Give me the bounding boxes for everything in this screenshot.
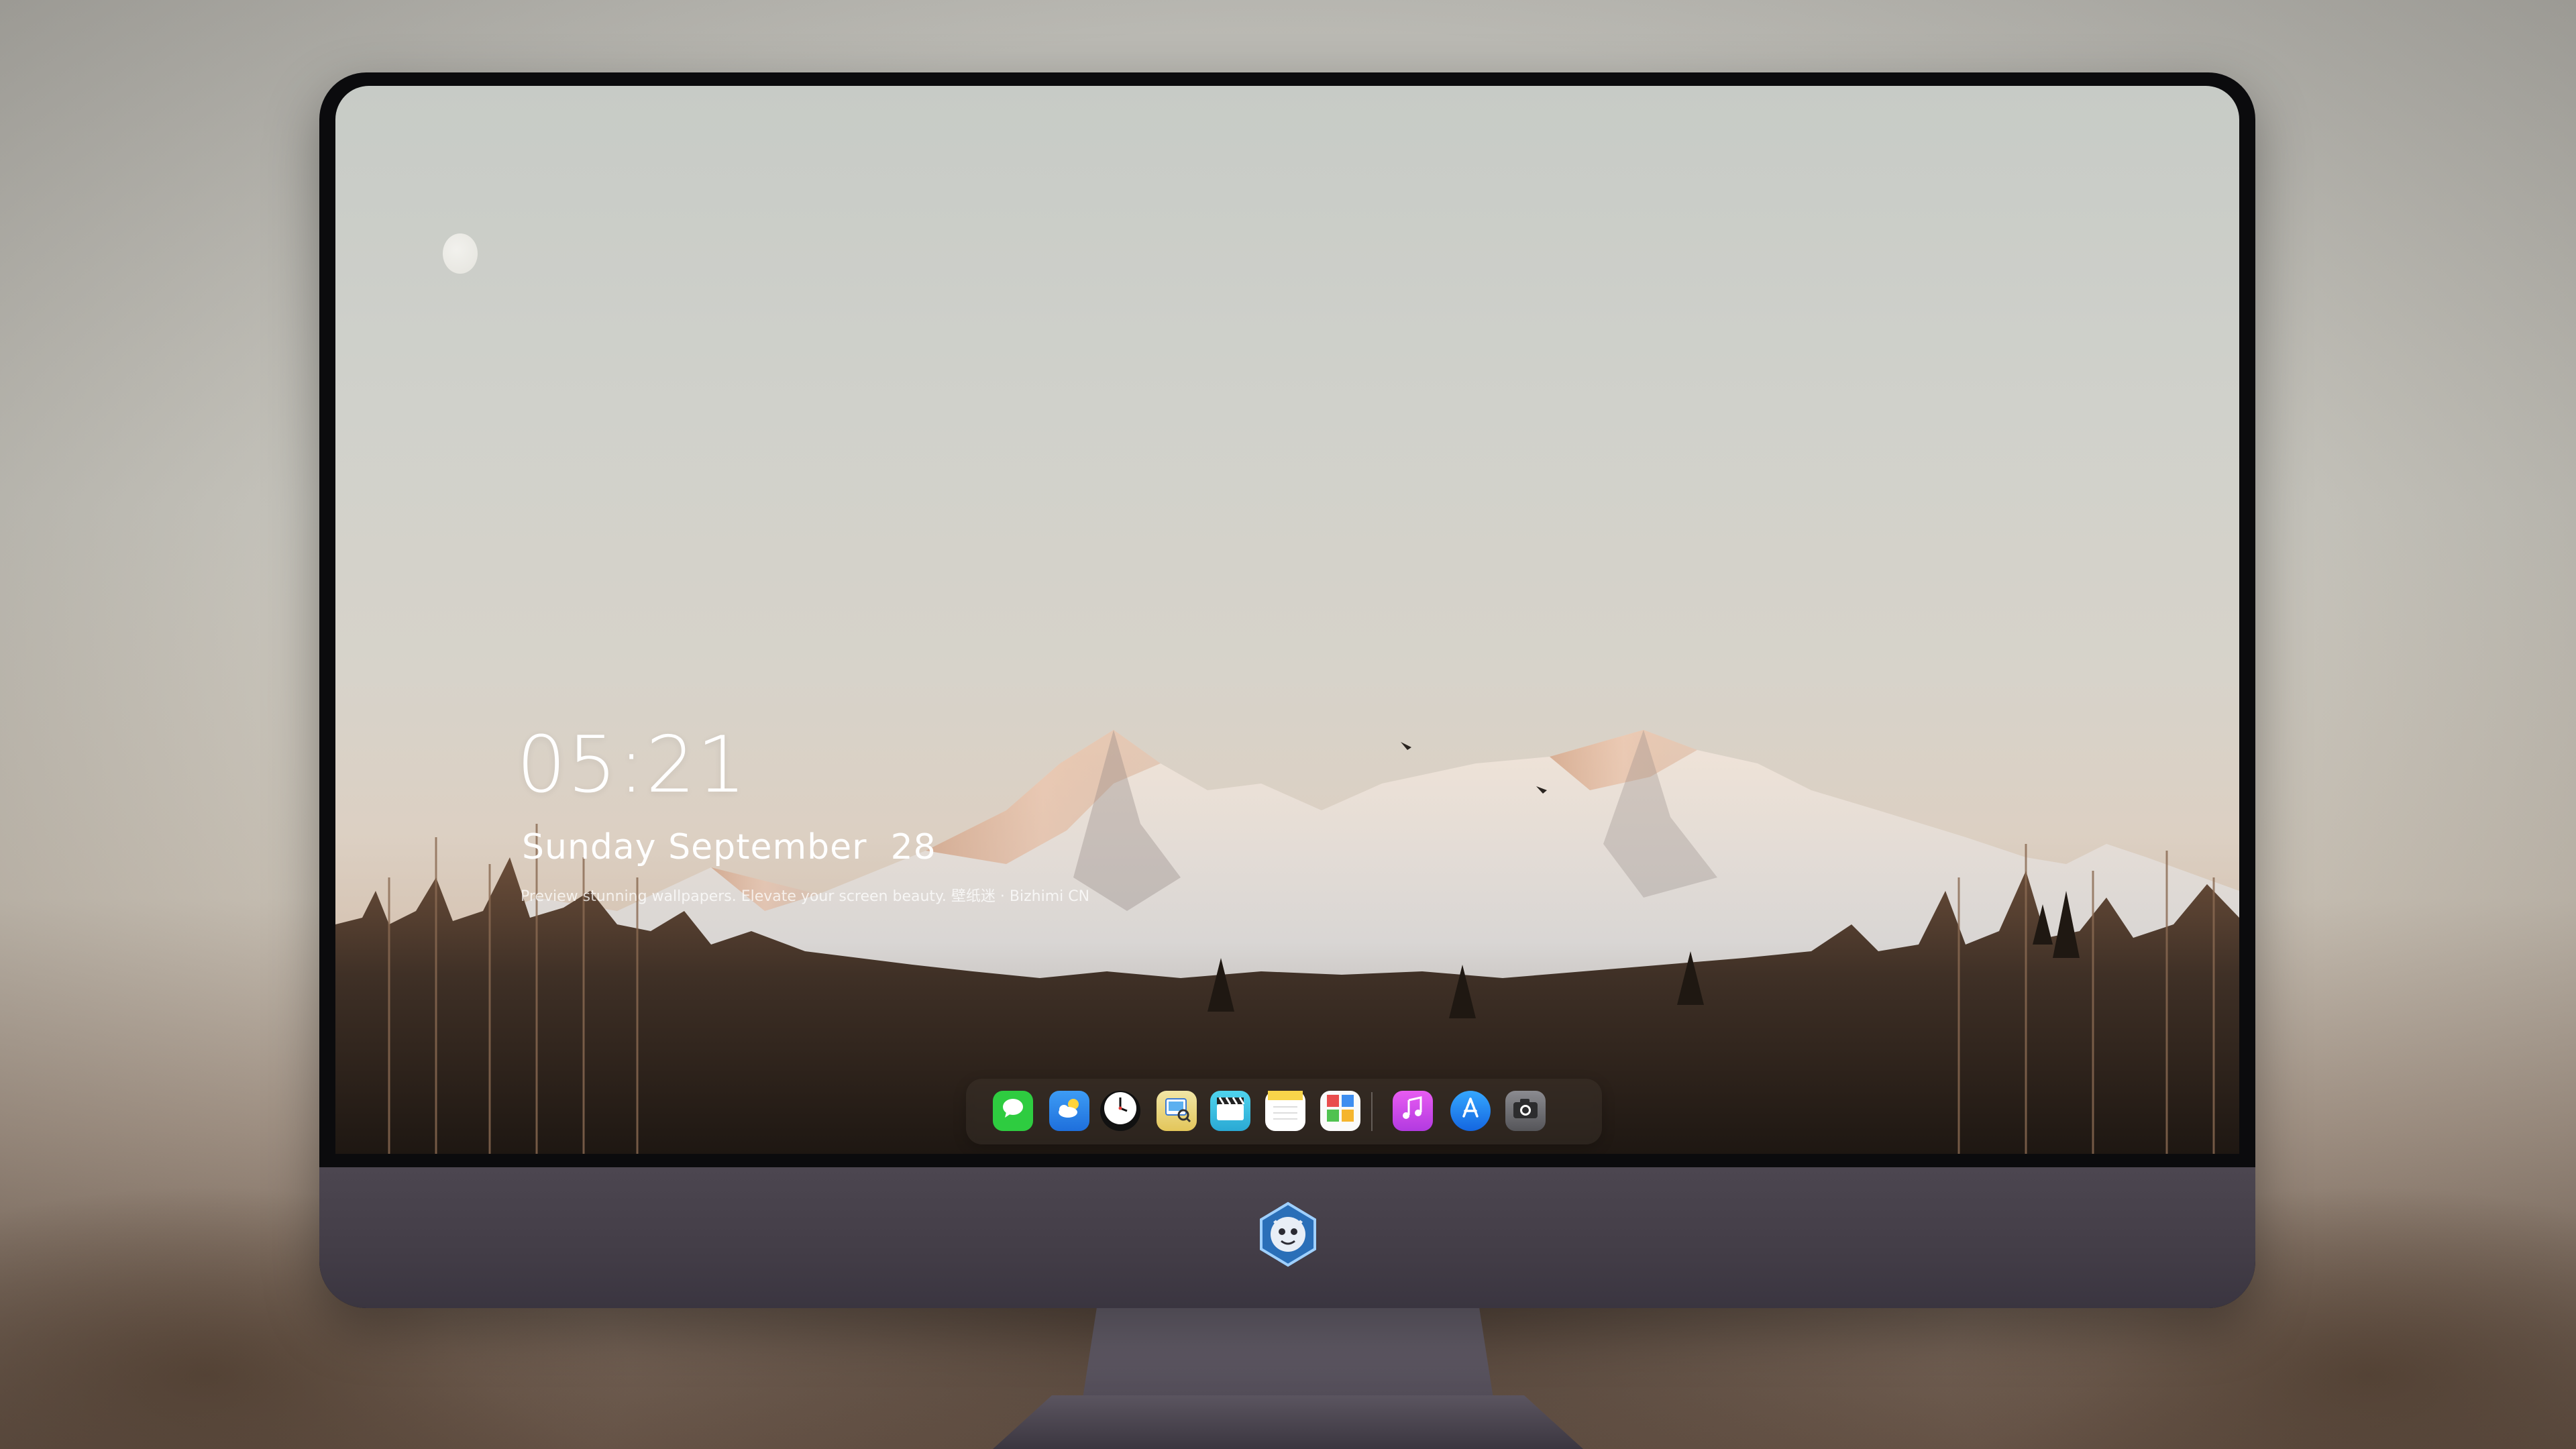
wallpaper-caption: Preview stunning wallpapers. Elevate you…	[521, 888, 1090, 905]
dock-app-preview[interactable]	[1157, 1091, 1197, 1131]
moon	[443, 233, 478, 274]
dock-app-weather[interactable]	[1049, 1091, 1089, 1131]
clapperboard-icon	[1214, 1093, 1246, 1129]
dock-app-clips[interactable]	[1210, 1091, 1250, 1131]
dock-app-camera[interactable]	[1505, 1091, 1546, 1131]
notes-icon	[1268, 1090, 1303, 1132]
lock-clock-date: Sunday September 28	[522, 827, 936, 867]
message-bubble-icon	[1000, 1095, 1026, 1128]
monitor-logo-icon	[1254, 1201, 1322, 1268]
dock-app-notes[interactable]	[1265, 1090, 1305, 1132]
cloud-sun-icon	[1055, 1095, 1084, 1128]
dock-app-music[interactable]	[1393, 1091, 1433, 1131]
lock-clock-time: 05:21	[517, 720, 748, 810]
dock-app-photo-booth[interactable]	[1320, 1091, 1360, 1131]
monitor-stand-base	[993, 1395, 1583, 1449]
camera-icon	[1511, 1095, 1540, 1127]
dock-app-clock[interactable]	[1100, 1091, 1140, 1131]
dock-separator	[1371, 1092, 1373, 1131]
dock-app-app-store[interactable]	[1450, 1091, 1491, 1131]
photo-grid-icon	[1324, 1092, 1356, 1130]
app-store-icon	[1457, 1095, 1484, 1128]
preview-icon	[1162, 1093, 1191, 1129]
desktop-screen: 05:21 Sunday September 28 Preview stunni…	[335, 86, 2239, 1154]
clock-icon	[1103, 1091, 1138, 1132]
music-note-icon	[1399, 1095, 1426, 1128]
dock-app-messages[interactable]	[993, 1091, 1033, 1131]
dock	[966, 1079, 1602, 1144]
wallpaper-landscape	[335, 730, 2239, 1154]
